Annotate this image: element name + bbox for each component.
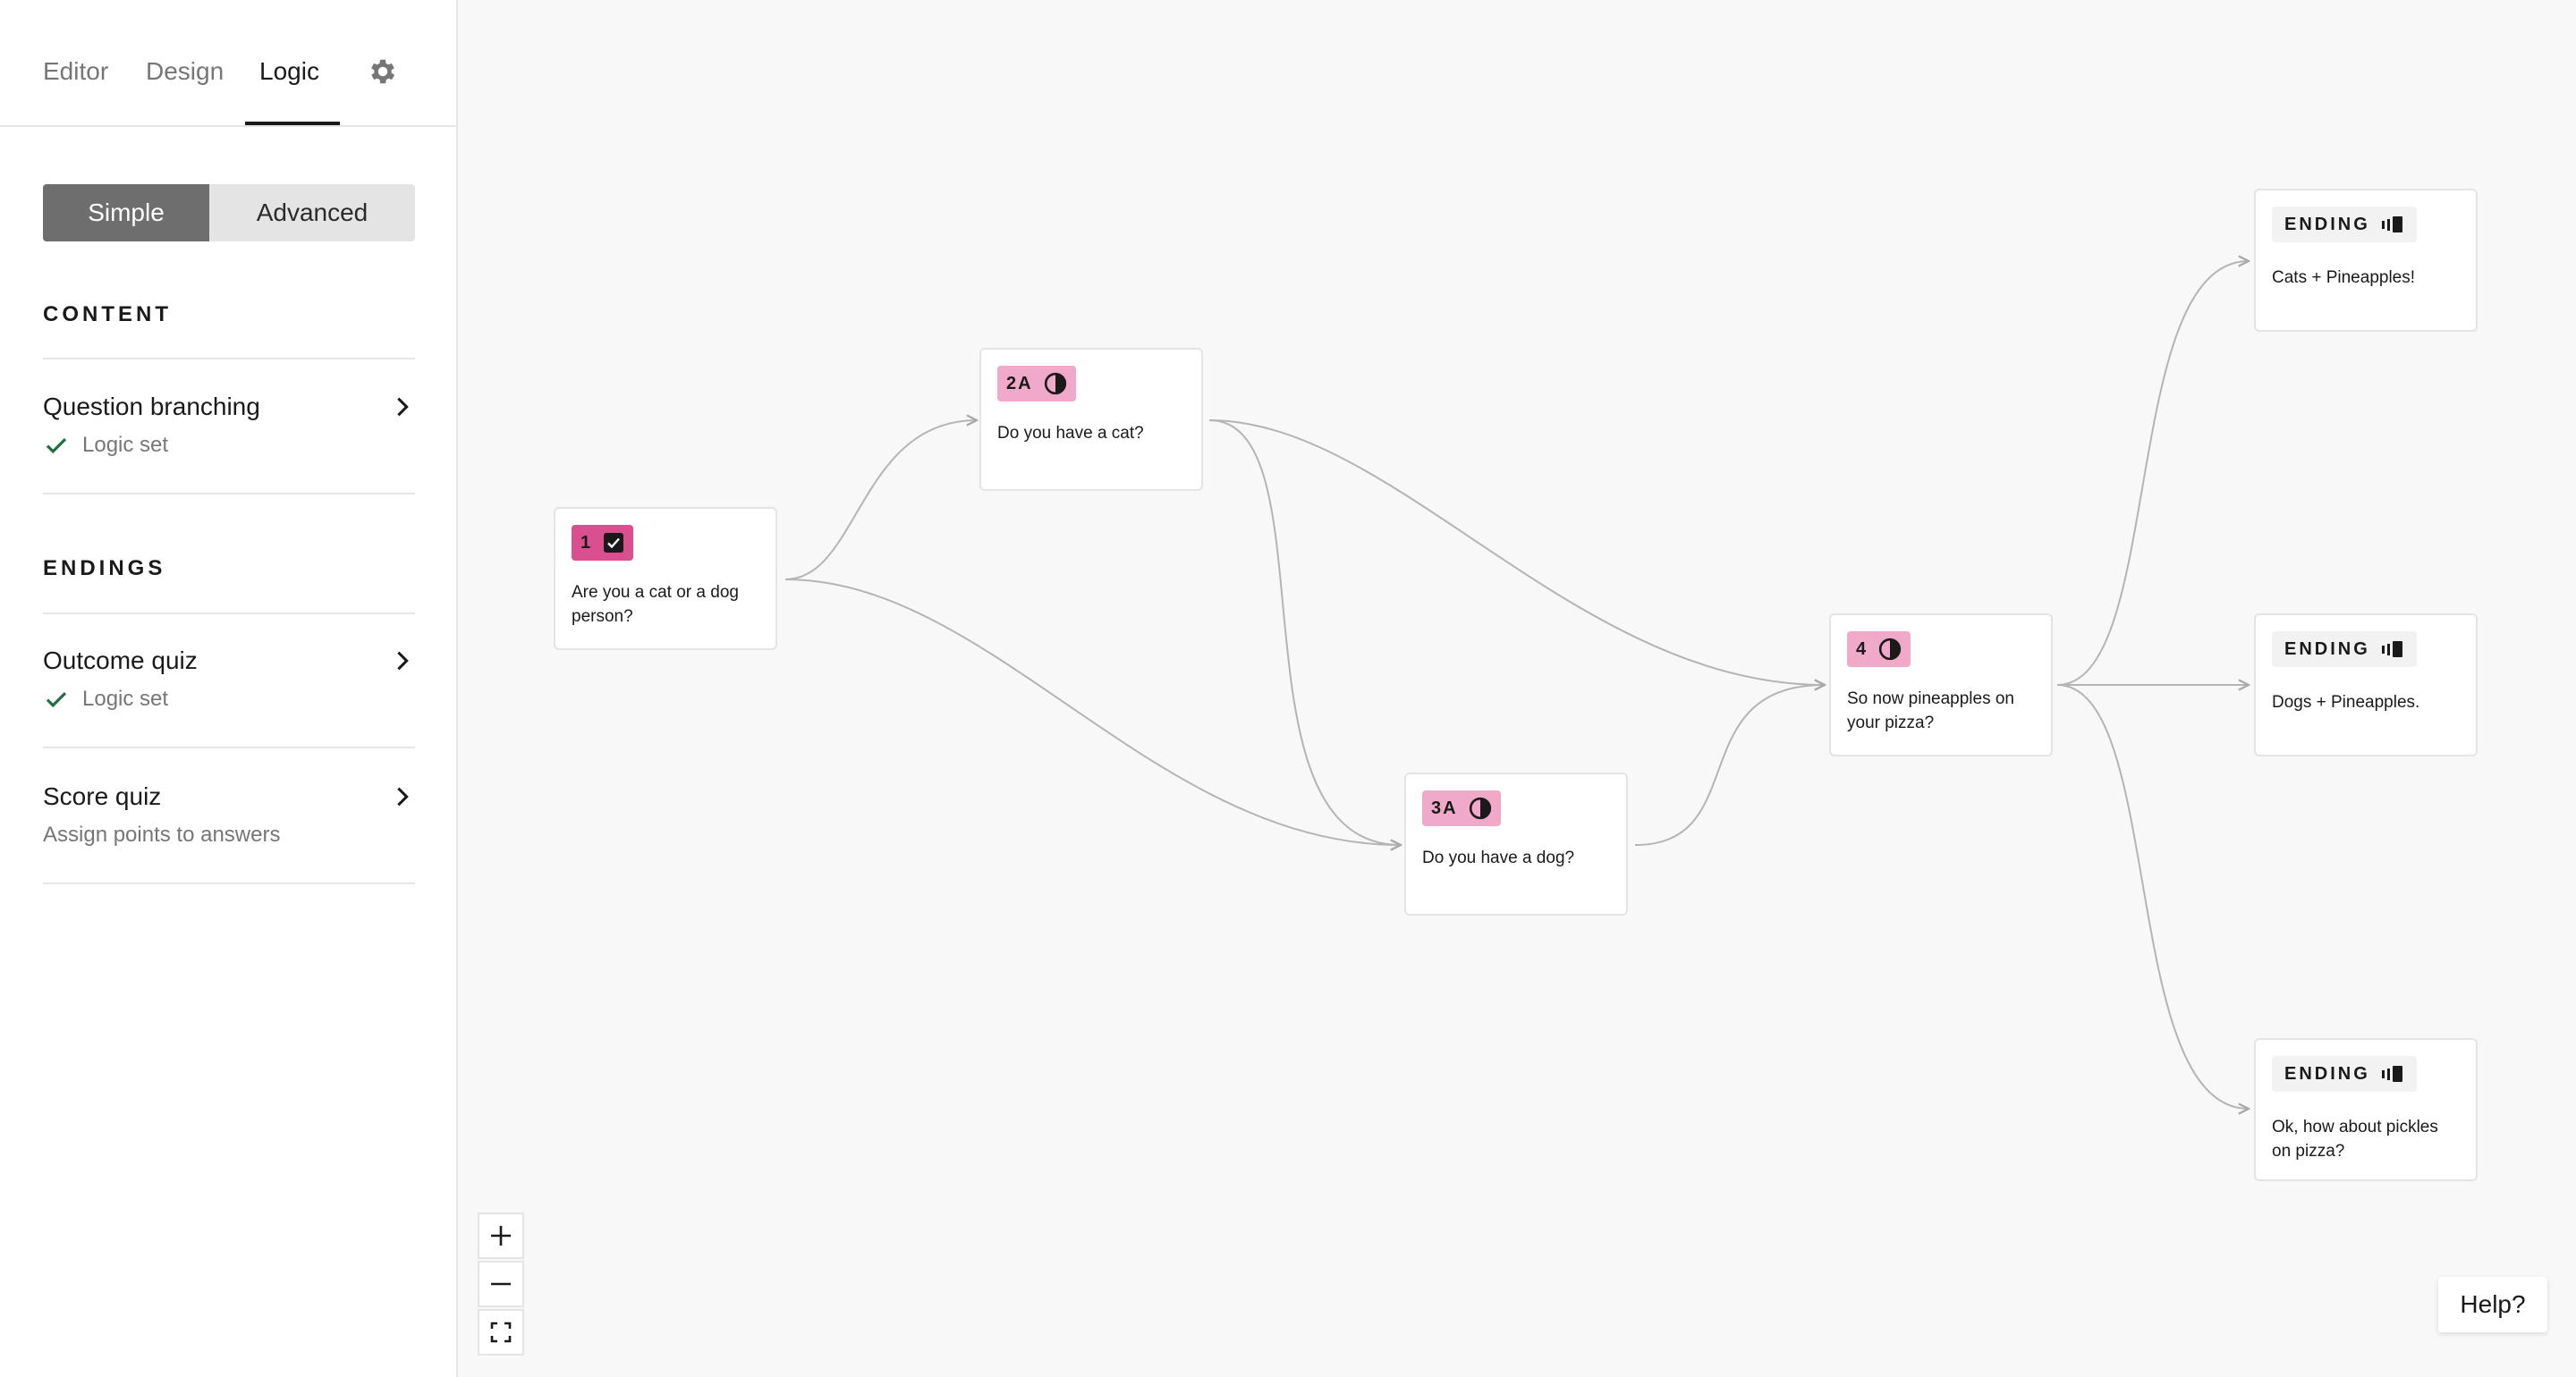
- ending-screen-icon: [2381, 641, 2402, 657]
- question-node-1[interactable]: 1 Are you a cat or a dog person?: [554, 507, 777, 650]
- ending-screen-icon: [2381, 1066, 2402, 1082]
- divider: [43, 883, 415, 884]
- question-number: 1: [580, 532, 593, 553]
- endings-heading: ENDINGS: [43, 556, 166, 580]
- ending-node-1[interactable]: ENDING Cats + Pineapples!: [2254, 189, 2478, 332]
- zoom-in-button[interactable]: [478, 1212, 524, 1259]
- chevron-right-icon: [397, 397, 409, 417]
- ending-badge: ENDING: [2272, 1056, 2417, 1092]
- score-quiz-subtitle: Assign points to answers: [43, 823, 281, 847]
- ending-label: ENDING: [2284, 638, 2370, 659]
- yes-no-icon: [1878, 638, 1902, 661]
- question-text: Are you a cat or a dog person?: [572, 583, 739, 626]
- score-quiz-title: Score quiz: [43, 782, 162, 810]
- score-quiz-item[interactable]: Score quiz Assign points to answers: [43, 781, 415, 849]
- question-number: 4: [1856, 638, 1868, 659]
- tab-design[interactable]: Design: [146, 54, 224, 89]
- question-text: Do you have a cat?: [997, 424, 1144, 443]
- question-badge: 4: [1847, 631, 1911, 667]
- ending-badge: ENDING: [2272, 631, 2417, 667]
- ending-text: Dogs + Pineapples.: [2272, 693, 2420, 712]
- check-icon: [46, 437, 67, 454]
- connector-3a-to-4: [1634, 685, 1825, 846]
- ending-node-3[interactable]: ENDING Ok, how about pickles on pizza?: [2254, 1038, 2478, 1181]
- help-button[interactable]: Help?: [2438, 1277, 2547, 1332]
- yes-no-icon: [1044, 372, 1066, 395]
- ending-node-2[interactable]: ENDING Dogs + Pineapples.: [2254, 613, 2478, 756]
- divider: [43, 612, 415, 614]
- question-branching-title: Question branching: [43, 393, 260, 420]
- question-badge: 1: [572, 525, 634, 561]
- logic-mode-toggle: Simple Advanced: [43, 184, 415, 241]
- active-tab-indicator: [245, 122, 340, 125]
- connector-2a-to-3a: [1208, 419, 1401, 845]
- question-text: So now pineapples on your pizza?: [1847, 689, 2014, 732]
- ending-label: ENDING: [2284, 1063, 2370, 1084]
- tab-editor[interactable]: Editor: [43, 54, 108, 89]
- question-number: 2A: [1006, 373, 1033, 393]
- connector-4-to-ending-3: [2056, 684, 2249, 1109]
- question-node-2a[interactable]: 2A Do you have a cat?: [979, 348, 1203, 491]
- question-text: Do you have a dog?: [1422, 849, 1575, 867]
- divider: [43, 358, 415, 359]
- chevron-right-icon: [397, 787, 409, 807]
- question-node-4[interactable]: 4 So now pineapples on your pizza?: [1829, 613, 2053, 756]
- question-branching-status: Logic set: [82, 433, 169, 457]
- content-heading: CONTENT: [43, 302, 172, 326]
- logic-map-canvas[interactable]: 1 Are you a cat or a dog person? 2A Do y…: [458, 0, 2576, 1377]
- zoom-out-button[interactable]: [478, 1261, 524, 1307]
- ending-text: Cats + Pineapples!: [2272, 268, 2416, 287]
- chevron-right-icon: [397, 651, 409, 671]
- tab-bar: Editor Design Logic: [0, 0, 456, 127]
- fit-to-screen-button[interactable]: [478, 1309, 524, 1356]
- connector-1-to-2a: [784, 420, 977, 580]
- logic-sidebar: Editor Design Logic Simple Advanced CONT…: [0, 0, 458, 1377]
- gear-icon[interactable]: [367, 55, 399, 88]
- plus-icon: [491, 1226, 511, 1246]
- question-branching-item[interactable]: Question branching Logic set: [43, 391, 415, 459]
- outcome-quiz-title: Outcome quiz: [43, 646, 198, 674]
- divider: [43, 493, 415, 494]
- yes-no-icon: [1469, 797, 1491, 820]
- fullscreen-icon: [490, 1322, 512, 1343]
- checkbox-icon: [604, 533, 624, 553]
- ending-label: ENDING: [2284, 214, 2370, 234]
- connector-4-to-ending-1: [2056, 261, 2249, 686]
- advanced-mode-button[interactable]: Advanced: [209, 184, 415, 241]
- simple-mode-button[interactable]: Simple: [43, 184, 209, 241]
- question-number: 3A: [1431, 798, 1458, 818]
- ending-screen-icon: [2381, 216, 2402, 232]
- ending-badge: ENDING: [2272, 207, 2417, 242]
- ending-text: Ok, how about pickles on pizza?: [2272, 1118, 2438, 1161]
- outcome-quiz-item[interactable]: Outcome quiz Logic set: [43, 645, 415, 713]
- outcome-quiz-status: Logic set: [82, 687, 169, 711]
- connector-1-to-3a: [784, 579, 1401, 845]
- divider: [43, 747, 415, 748]
- question-node-3a[interactable]: 3A Do you have a dog?: [1404, 773, 1628, 916]
- check-icon: [46, 691, 67, 708]
- question-badge: 2A: [997, 366, 1076, 401]
- tab-logic[interactable]: Logic: [259, 54, 319, 89]
- connector-2a-to-4: [1208, 419, 1825, 685]
- minus-icon: [491, 1282, 511, 1286]
- question-badge: 3A: [1422, 790, 1501, 826]
